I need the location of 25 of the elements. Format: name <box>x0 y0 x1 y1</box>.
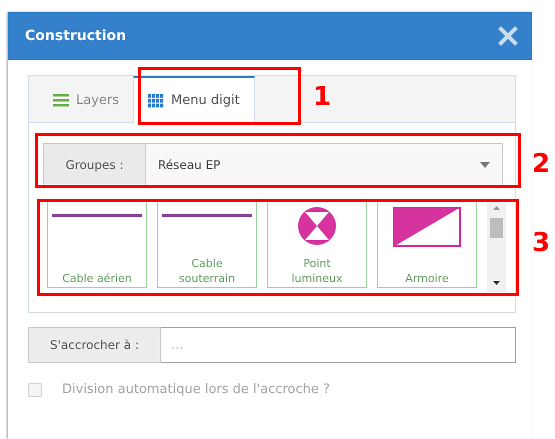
select-label: Groupes : <box>44 144 146 185</box>
palette-item[interactable]: Cable souterrain <box>157 200 257 288</box>
group-select[interactable]: Groupes : Réseau EP <box>43 143 503 186</box>
checkbox-label: Division automatique lors de l'accroche ? <box>62 382 330 397</box>
grid-icon <box>148 94 164 108</box>
item-label: Cable souterrain <box>178 257 236 286</box>
item-label: Cable aérien <box>62 272 132 286</box>
callout-number: 1 <box>313 84 332 110</box>
scrollbar[interactable] <box>487 200 506 292</box>
select-value: Réseau EP <box>158 158 220 172</box>
palette-item[interactable]: Point lumineux <box>267 200 367 288</box>
caret-icon <box>480 162 490 168</box>
tab[interactable]: Layers <box>39 78 134 122</box>
window-title: Construction <box>25 28 126 44</box>
tab[interactable]: Menu digit <box>133 76 255 123</box>
callout-number: 3 <box>532 230 550 256</box>
item-label: Point lumineux <box>290 257 344 286</box>
item-label: Armoire <box>405 272 449 286</box>
list-icon <box>53 93 69 107</box>
palette-item[interactable]: Armoire <box>377 200 477 288</box>
callout-number: 2 <box>532 151 550 177</box>
close-icon[interactable] <box>498 26 518 46</box>
snap-input-field[interactable]: ... <box>161 327 516 363</box>
palette-item[interactable]: Cable aérien <box>47 200 147 288</box>
field-label: S'accrocher à : <box>28 327 161 363</box>
